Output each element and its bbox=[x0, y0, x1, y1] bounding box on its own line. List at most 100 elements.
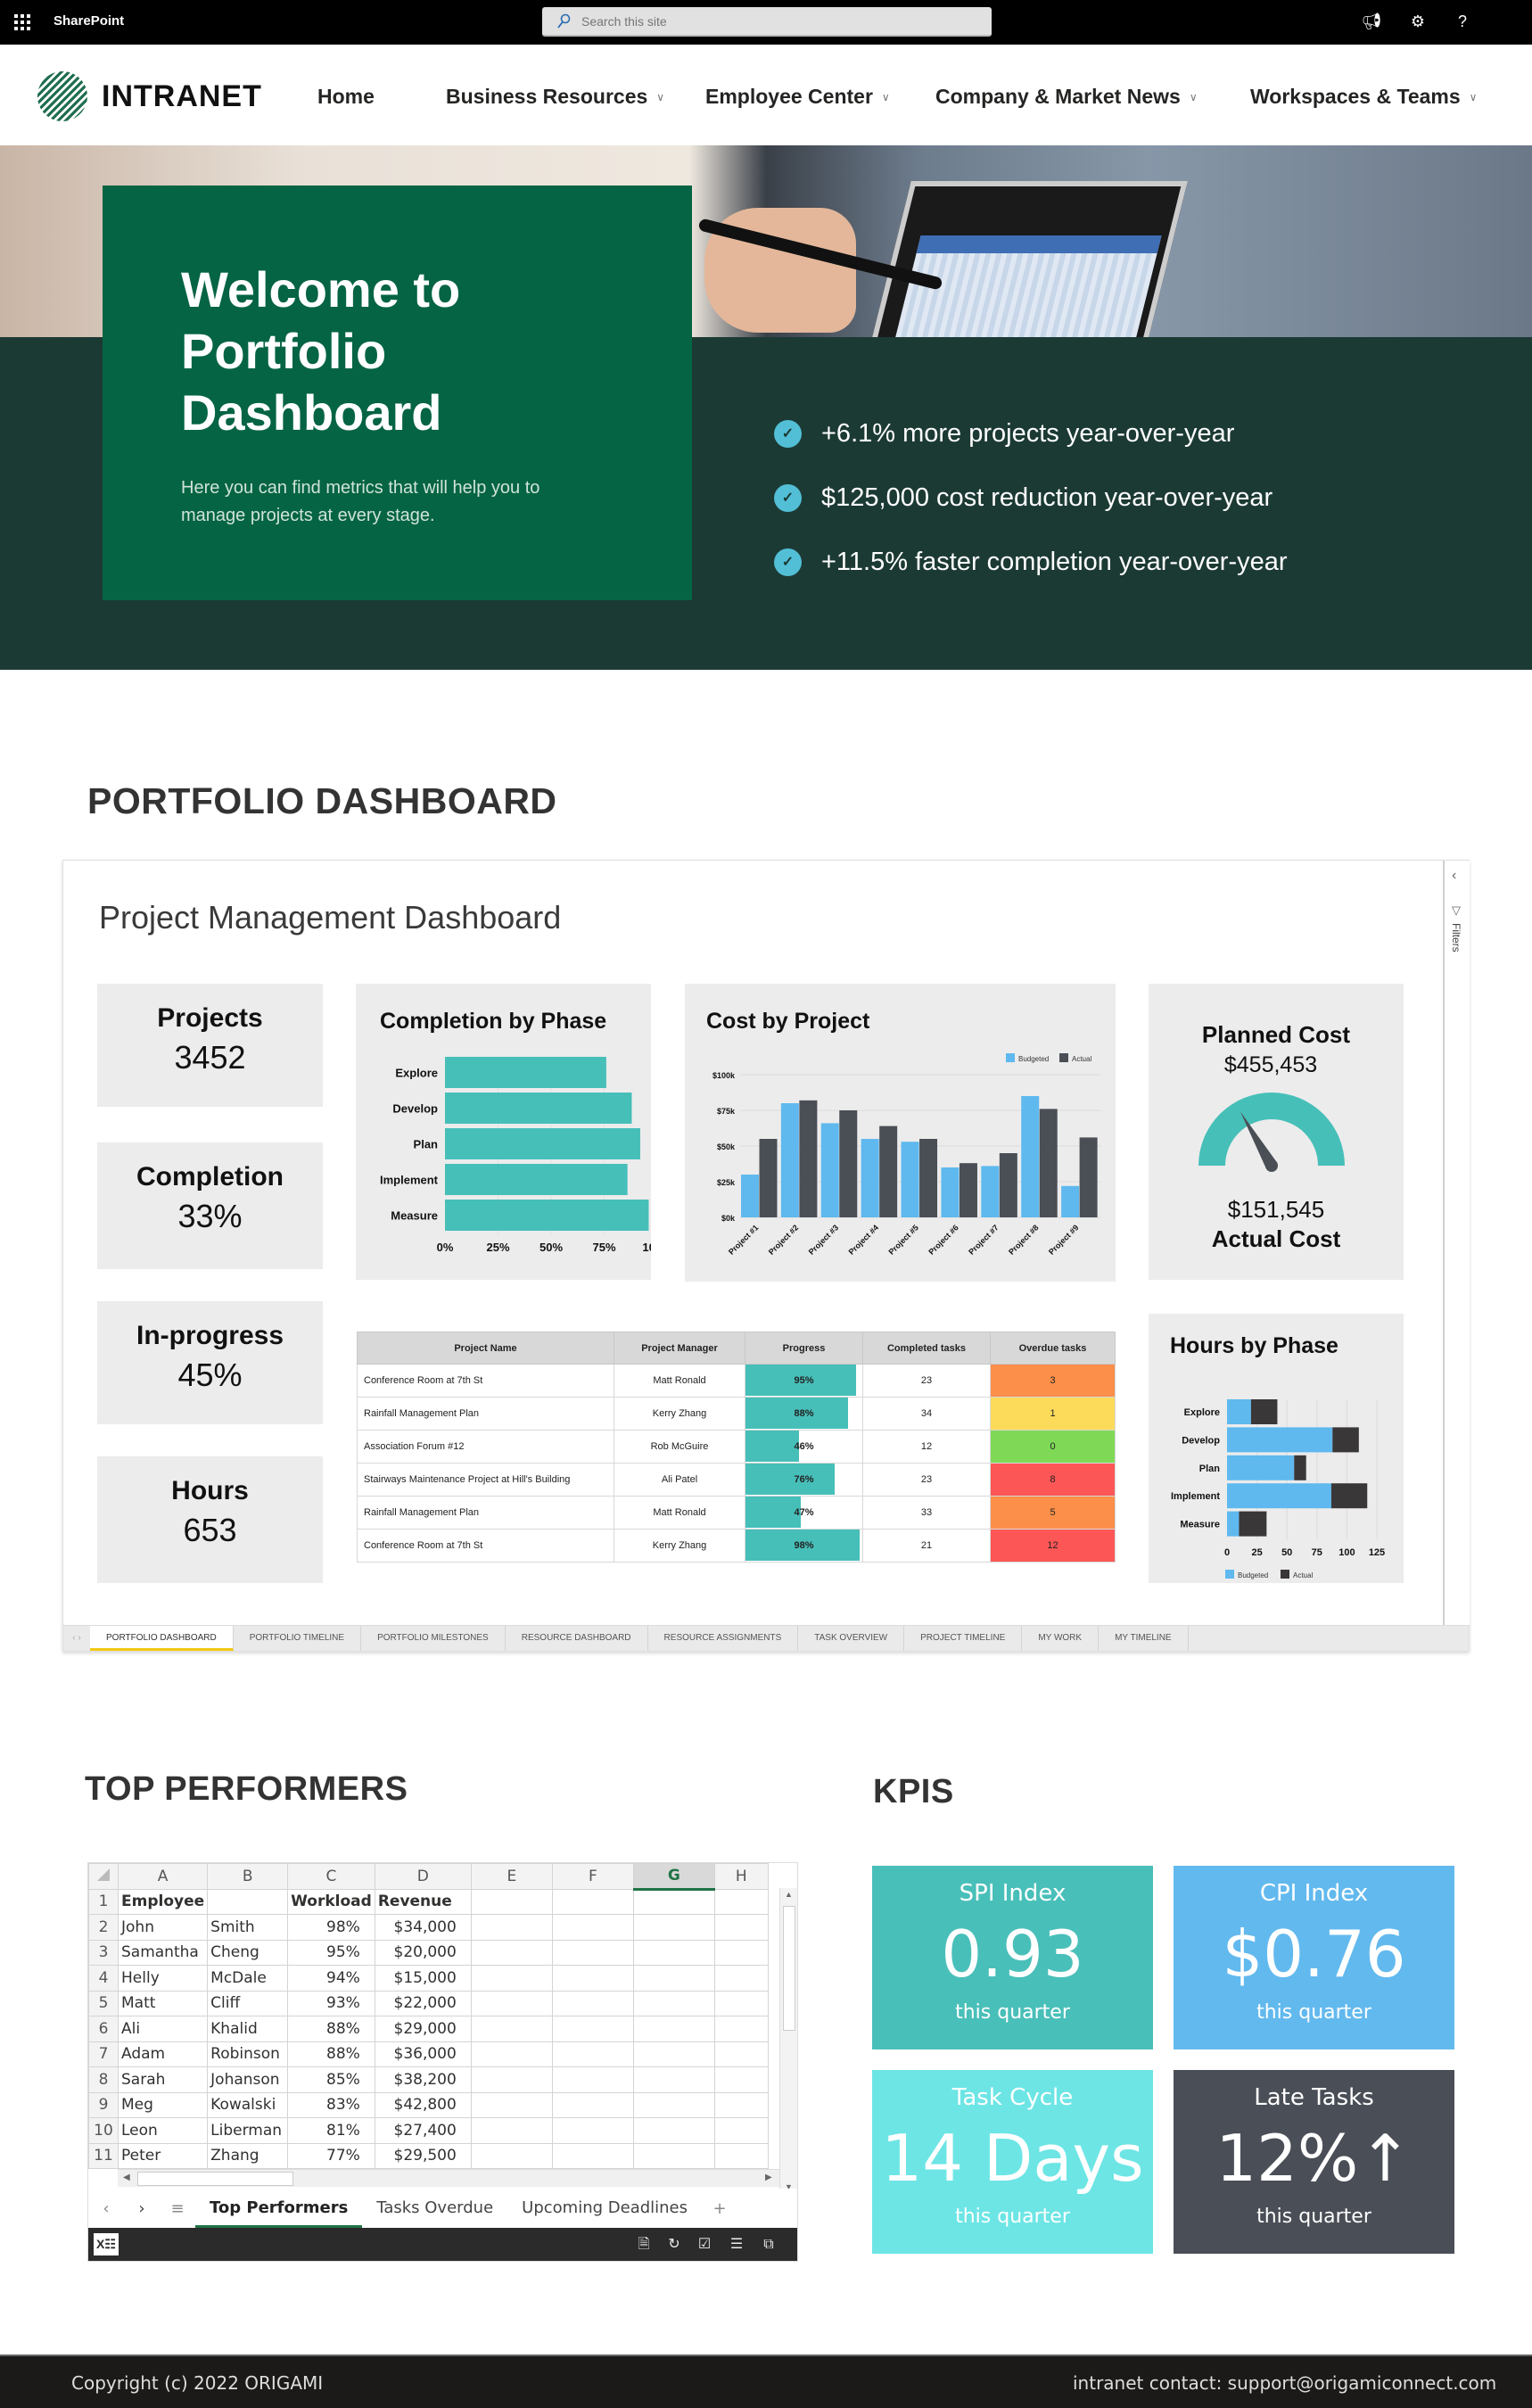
app-name[interactable]: SharePoint bbox=[54, 13, 124, 29]
cell[interactable] bbox=[632, 2117, 715, 2144]
cost-by-project-card[interactable]: Cost by Project $0k $25k $50k $75k $100k Proj… bbox=[685, 984, 1116, 1282]
report-tab[interactable]: MY WORK bbox=[1022, 1626, 1100, 1651]
row-number[interactable]: 3 bbox=[88, 1939, 119, 1966]
column-header[interactable]: Project Name bbox=[357, 1332, 614, 1365]
cell[interactable] bbox=[632, 1914, 715, 1941]
kpi-tile-spi[interactable]: SPI Index 0.93 this quarter bbox=[872, 1866, 1153, 2049]
cell[interactable] bbox=[632, 2091, 715, 2118]
cell[interactable]: Employee bbox=[117, 1888, 209, 1915]
cell[interactable]: $20,000 bbox=[374, 1939, 472, 1966]
cell[interactable] bbox=[551, 1939, 634, 1966]
column-header[interactable]: D bbox=[374, 1863, 472, 1890]
row-number[interactable]: 1 bbox=[88, 1888, 119, 1915]
spreadsheet-grid[interactable]: ABCDEFGH 1 Employee Workload Revenue 2 John Sm… bbox=[88, 1863, 769, 2169]
cell[interactable]: Cliff bbox=[207, 1990, 289, 2016]
cell[interactable]: 95% bbox=[287, 1939, 375, 1966]
cell[interactable]: 85% bbox=[287, 2066, 375, 2093]
sheet-next-icon[interactable]: › bbox=[124, 2199, 160, 2218]
cell[interactable] bbox=[470, 1888, 553, 1915]
report-tab[interactable]: PORTFOLIO DASHBOARD bbox=[90, 1626, 234, 1651]
cell[interactable] bbox=[470, 2066, 553, 2093]
report-tab[interactable]: PORTFOLIO MILESTONES bbox=[361, 1626, 506, 1651]
help-icon[interactable]: ? bbox=[1452, 11, 1473, 32]
excel-logo-icon[interactable]: X☷ bbox=[94, 2233, 119, 2255]
column-header[interactable]: A bbox=[117, 1863, 209, 1890]
cell[interactable] bbox=[470, 1990, 553, 2016]
report-tab[interactable]: PORTFOLIO TIMELINE bbox=[234, 1626, 362, 1651]
cell[interactable]: Ali bbox=[117, 2016, 209, 2042]
cell[interactable]: 98% bbox=[287, 1914, 375, 1941]
cell[interactable] bbox=[551, 1965, 634, 1992]
cell[interactable]: 88% bbox=[287, 2041, 375, 2067]
search-input[interactable] bbox=[581, 7, 974, 35]
row-number[interactable]: 8 bbox=[88, 2066, 119, 2093]
cell[interactable]: $42,800 bbox=[374, 2091, 472, 2118]
cell[interactable]: 83% bbox=[287, 2091, 375, 2118]
cell[interactable] bbox=[551, 2142, 634, 2169]
cell[interactable] bbox=[632, 1965, 715, 1992]
nav-business-resources[interactable]: Business Resources ∨ bbox=[446, 85, 664, 109]
nav-company-market-news[interactable]: Company & Market News ∨ bbox=[935, 85, 1198, 109]
cell[interactable]: Liberman bbox=[207, 2117, 289, 2144]
row-number[interactable]: 5 bbox=[88, 1990, 119, 2016]
cell[interactable] bbox=[470, 2117, 553, 2144]
vertical-scrollbar[interactable]: ▲ ▼ bbox=[779, 1888, 797, 2196]
cell[interactable] bbox=[470, 2016, 553, 2042]
cell[interactable]: Zhang bbox=[207, 2142, 289, 2169]
cell[interactable]: Smith bbox=[207, 1914, 289, 1941]
row-number[interactable]: 11 bbox=[88, 2142, 119, 2169]
cell[interactable]: Sarah bbox=[117, 2066, 209, 2093]
cell[interactable]: 93% bbox=[287, 1990, 375, 2016]
nav-employee-center[interactable]: Employee Center ∨ bbox=[705, 85, 890, 109]
cell[interactable]: Peter bbox=[117, 2142, 209, 2169]
cell[interactable] bbox=[713, 2066, 769, 2093]
table-row[interactable]: Stairways Maintenance Project at Hill's … bbox=[357, 1463, 1116, 1497]
cell[interactable] bbox=[632, 2041, 715, 2067]
megaphone-icon[interactable]: 📢︎ bbox=[1361, 11, 1382, 32]
hours-by-phase-card[interactable]: Hours by Phase 0 25 50 75 100 125 Explore Devel… bbox=[1149, 1314, 1404, 1583]
cell[interactable] bbox=[470, 1939, 553, 1966]
sheet-tab[interactable]: Top Performers bbox=[195, 2189, 363, 2228]
column-header[interactable]: C bbox=[287, 1863, 375, 1890]
tab-scroll-arrows[interactable]: ‹ › bbox=[63, 1626, 90, 1651]
kpi-tile-cpi[interactable]: CPI Index $0.76 this quarter bbox=[1174, 1866, 1454, 2049]
row-number[interactable]: 10 bbox=[88, 2117, 119, 2144]
reading-view-icon[interactable]: ☰ bbox=[727, 2235, 746, 2255]
row-number[interactable]: 2 bbox=[88, 1914, 119, 1941]
scroll-right-icon[interactable]: ▶ bbox=[765, 2173, 772, 2182]
logo-icon[interactable] bbox=[37, 71, 87, 121]
cell[interactable] bbox=[632, 1939, 715, 1966]
cell[interactable]: 81% bbox=[287, 2117, 375, 2144]
project-table[interactable]: Project Name Project Manager Progress Co… bbox=[357, 1332, 1116, 1563]
filters-pane[interactable]: ‹ ▽ Filters bbox=[1443, 861, 1470, 1625]
column-header[interactable]: B bbox=[207, 1863, 289, 1890]
sheet-list-icon[interactable]: ≡ bbox=[160, 2199, 195, 2218]
search-box[interactable] bbox=[542, 7, 992, 37]
survey-icon[interactable]: ☑ bbox=[695, 2235, 714, 2255]
add-sheet-icon[interactable]: + bbox=[702, 2199, 737, 2218]
cell[interactable] bbox=[551, 2066, 634, 2093]
nav-workspaces-teams[interactable]: Workspaces & Teams ∨ bbox=[1250, 85, 1477, 109]
cell[interactable] bbox=[632, 2066, 715, 2093]
cell[interactable]: Matt bbox=[117, 1990, 209, 2016]
cell[interactable] bbox=[470, 2091, 553, 2118]
column-header[interactable]: Completed tasks bbox=[862, 1332, 991, 1365]
cell[interactable] bbox=[551, 1888, 634, 1915]
cell[interactable] bbox=[551, 2016, 634, 2042]
cell[interactable]: $29,500 bbox=[374, 2142, 472, 2169]
cell[interactable] bbox=[470, 2142, 553, 2169]
cell[interactable]: $36,000 bbox=[374, 2041, 472, 2067]
contact-link[interactable]: intranet contact: support@origamiconnect… bbox=[1073, 2372, 1496, 2394]
cell[interactable]: Samantha bbox=[117, 1939, 209, 1966]
sheet-tab[interactable]: Tasks Overdue bbox=[362, 2189, 507, 2228]
nav-home[interactable]: Home bbox=[317, 85, 375, 109]
cell[interactable] bbox=[713, 1965, 769, 1992]
download-icon[interactable]: 🗎︎ bbox=[634, 2235, 654, 2255]
report-tab[interactable]: PROJECT TIMELINE bbox=[904, 1626, 1023, 1651]
cell[interactable]: Johanson bbox=[207, 2066, 289, 2093]
cell[interactable] bbox=[632, 2016, 715, 2042]
report-tab[interactable]: MY TIMELINE bbox=[1099, 1626, 1189, 1651]
cell[interactable] bbox=[551, 1914, 634, 1941]
cell[interactable]: Meg bbox=[117, 2091, 209, 2118]
cell[interactable]: Leon bbox=[117, 2117, 209, 2144]
